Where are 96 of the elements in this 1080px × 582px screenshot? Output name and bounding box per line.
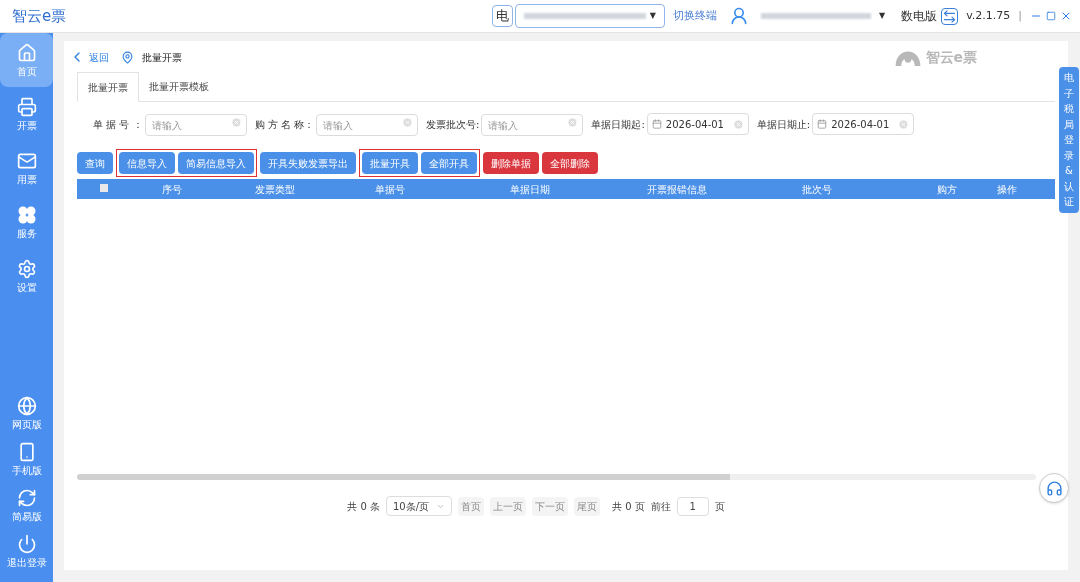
date-value: 2026-04-01 bbox=[831, 117, 891, 132]
select-all-checkbox[interactable] bbox=[99, 183, 108, 192]
filter-label: 发票批次号: bbox=[426, 117, 480, 132]
column-header: 购方 bbox=[937, 182, 958, 197]
column-header: 操作 bbox=[997, 182, 1018, 197]
sidebar-item[interactable]: 网页版 bbox=[0, 390, 53, 436]
sidebar-item[interactable]: 退出登录 bbox=[0, 528, 53, 574]
clear-icon[interactable] bbox=[402, 116, 414, 128]
column-header: 发票类型 bbox=[254, 182, 295, 197]
action-button[interactable]: 全部开具 bbox=[421, 152, 477, 174]
date-field[interactable]: 2026-04-01 bbox=[646, 113, 749, 135]
printer-icon bbox=[16, 97, 37, 117]
column-header: 单据号 bbox=[374, 182, 405, 197]
date-value: 2026-04-01 bbox=[665, 117, 725, 132]
four-petal-icon bbox=[16, 205, 37, 225]
switch-icon[interactable] bbox=[941, 7, 959, 25]
sidebar-label: 开票 bbox=[16, 121, 37, 131]
tab[interactable]: 批量开票模板 bbox=[139, 72, 219, 101]
page-size-select[interactable]: 10条/页 bbox=[386, 496, 452, 516]
breadcrumb-current: 批量开票 bbox=[142, 50, 182, 65]
sidebar-item[interactable]: 开票 bbox=[0, 87, 53, 141]
tab[interactable]: 批量开票 bbox=[77, 72, 139, 102]
total-count: 共 0 条 bbox=[347, 499, 380, 514]
filter-label: 单 据 号 ： bbox=[93, 117, 143, 132]
clear-icon[interactable] bbox=[898, 118, 910, 130]
input-field[interactable]: 请输入 bbox=[316, 114, 419, 137]
power-icon bbox=[16, 534, 37, 554]
app-title: 智云e票 bbox=[12, 5, 67, 27]
caret-icon: ▼ bbox=[879, 10, 886, 22]
clear-icon[interactable] bbox=[567, 116, 579, 128]
filter-label: 单据日期止: bbox=[756, 117, 811, 132]
user-select[interactable]: ▼ bbox=[761, 10, 886, 22]
clear-icon[interactable] bbox=[230, 116, 242, 128]
edition-label: 数电版 bbox=[901, 8, 938, 25]
headset-icon bbox=[1045, 479, 1063, 497]
sidebar-label: 设置 bbox=[16, 283, 37, 293]
sidebar-label: 服务 bbox=[16, 229, 37, 239]
sidebar-item[interactable]: 设置 bbox=[0, 249, 53, 303]
switch-terminal-link[interactable]: 切换终端 bbox=[673, 7, 717, 25]
action-button[interactable]: 信息导入 bbox=[119, 152, 175, 174]
location-icon bbox=[121, 50, 134, 64]
sidebar-label: 简易版 bbox=[11, 512, 42, 522]
version-label: v.2.1.75 bbox=[966, 7, 1011, 24]
filter-label: 单据日期起: bbox=[591, 117, 645, 132]
date-field[interactable]: 2026-04-01 bbox=[812, 113, 915, 135]
sidebar-item[interactable]: 简易版 bbox=[0, 482, 53, 528]
calendar-icon bbox=[651, 119, 662, 129]
terminal-label: 电 bbox=[492, 5, 513, 27]
page-button[interactable]: 上一页 bbox=[490, 496, 526, 516]
action-button[interactable]: 批量开具 bbox=[362, 152, 418, 174]
action-button[interactable]: 查询 bbox=[77, 152, 113, 174]
sidebar-item[interactable]: 首页 bbox=[0, 33, 53, 87]
filter-label: 购 方 名 称： bbox=[254, 117, 315, 132]
sidebar-item[interactable]: 服务 bbox=[0, 195, 53, 249]
maximize-icon[interactable] bbox=[1046, 11, 1056, 21]
caret-icon: ▼ bbox=[649, 10, 656, 22]
goto-label: 前往 bbox=[650, 499, 671, 514]
side-tab[interactable]: 电子税局登录&认证 bbox=[1059, 67, 1079, 213]
column-header: 序号 bbox=[161, 182, 182, 197]
home-icon bbox=[16, 43, 37, 63]
settings-icon bbox=[16, 259, 37, 279]
separator-text: | bbox=[1018, 7, 1022, 24]
sidebar-label: 首页 bbox=[16, 67, 37, 77]
page-count: 共 0 页 bbox=[612, 499, 645, 514]
terminal-select[interactable]: ▼ bbox=[515, 4, 665, 28]
scrollbar-thumb[interactable] bbox=[77, 474, 730, 480]
page-button[interactable]: 尾页 bbox=[574, 496, 600, 516]
sidebar-label: 手机版 bbox=[11, 466, 42, 476]
sidebar-label: 退出登录 bbox=[6, 558, 47, 568]
action-button[interactable]: 简易信息导入 bbox=[178, 152, 254, 174]
user-icon bbox=[729, 6, 749, 26]
sidebar-label: 网页版 bbox=[11, 420, 42, 430]
input-field[interactable]: 请输入 bbox=[481, 114, 584, 137]
column-header: 批次号 bbox=[802, 182, 833, 197]
close-icon[interactable] bbox=[1060, 10, 1072, 22]
page-button[interactable]: 首页 bbox=[458, 496, 484, 516]
sidebar-item[interactable]: 用票 bbox=[0, 141, 53, 195]
action-button[interactable]: 全部删除 bbox=[542, 152, 598, 174]
envelope-icon bbox=[16, 151, 37, 171]
sidebar-label: 用票 bbox=[16, 175, 37, 185]
calendar-icon bbox=[817, 119, 828, 129]
logo-icon bbox=[893, 48, 922, 66]
sidebar-item[interactable]: 手机版 bbox=[0, 436, 53, 482]
refresh-icon bbox=[16, 488, 37, 508]
watermark-logo-text: 智云e票 bbox=[925, 47, 977, 67]
page-button[interactable]: 下一页 bbox=[532, 496, 568, 516]
column-header: 单据日期 bbox=[509, 182, 550, 197]
action-button[interactable]: 删除单据 bbox=[483, 152, 539, 174]
column-header: 开票报错信息 bbox=[647, 182, 708, 197]
globe-icon bbox=[16, 396, 37, 416]
page-unit: 页 bbox=[714, 499, 725, 514]
action-button[interactable]: 开具失败发票导出 bbox=[260, 152, 356, 174]
input-field[interactable]: 请输入 bbox=[144, 114, 247, 137]
clear-icon[interactable] bbox=[732, 118, 744, 130]
back-link[interactable]: 返回 bbox=[89, 49, 109, 65]
page-input[interactable]: 1 bbox=[676, 496, 709, 516]
